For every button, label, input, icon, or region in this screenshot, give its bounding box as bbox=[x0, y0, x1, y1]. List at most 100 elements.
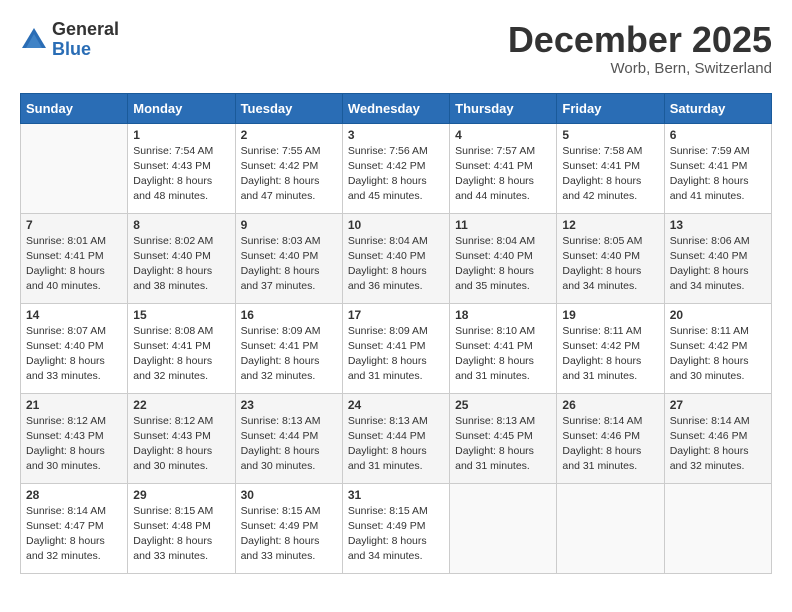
weekday-header-saturday: Saturday bbox=[664, 93, 771, 123]
week-row-2: 7 Sunrise: 8:01 AMSunset: 4:41 PMDaylight… bbox=[21, 213, 772, 303]
logo-icon bbox=[20, 26, 48, 54]
calendar-table: SundayMondayTuesdayWednesdayThursdayFrid… bbox=[20, 93, 772, 574]
calendar-cell: 21Sunrise: 8:12 AMSunset: 4:43 PMDayligh… bbox=[21, 393, 128, 483]
day-info: Sunrise: 7:56 AMSunset: 4:42 PMDaylight:… bbox=[348, 144, 444, 205]
day-info: Sunrise: 7:54 AMSunset: 4:43 PMDaylight:… bbox=[133, 144, 229, 205]
day-number: 22 bbox=[133, 398, 229, 412]
day-number: 7 bbox=[26, 218, 122, 232]
day-number: 3 bbox=[348, 128, 444, 142]
day-number: 30 bbox=[241, 488, 337, 502]
day-info: Sunrise: 8:09 AMSunset: 4:41 PMDaylight:… bbox=[241, 324, 337, 385]
calendar-cell: 15 Sunrise: 8:08 AMSunset: 4:41 PMDayligh… bbox=[128, 303, 235, 393]
calendar-cell: 14 Sunrise: 8:07 AMSunset: 4:40 PMDayligh… bbox=[21, 303, 128, 393]
week-row-4: 21 Sunrise: 8:12 AMSunset: 4:43 PMDayligh… bbox=[21, 393, 772, 483]
calendar-cell: 2 Sunrise: 7:55 AMSunset: 4:42 PMDaylight… bbox=[235, 123, 342, 213]
day-info: Sunrise: 8:05 AMSunset: 4:40 PMDaylight:… bbox=[562, 234, 658, 295]
calendar-cell: 6 Sunrise: 7:59 AMSunset: 4:41 PMDaylight… bbox=[664, 123, 771, 213]
day-info: Sunrise: 8:10 AMSunset: 4:41 PMDaylight:… bbox=[455, 324, 551, 385]
calendar-cell: 28 Sunrise: 8:14 AMSunset: 4:47 PMDayligh… bbox=[21, 483, 128, 573]
day-number: 19 bbox=[562, 308, 658, 322]
day-number: 8 bbox=[133, 218, 229, 232]
calendar-cell: 11 Sunrise: 8:04 AMSunset: 4:40 PMDayligh… bbox=[450, 213, 557, 303]
calendar-title: December 2025 bbox=[508, 20, 772, 60]
day-info: Sunrise: 7:58 AMSunset: 4:41 PMDaylight:… bbox=[562, 144, 658, 205]
day-number: 28 bbox=[26, 488, 122, 502]
day-number: 6 bbox=[670, 128, 766, 142]
calendar-cell: 20 Sunrise: 8:11 AMSunset: 4:42 PMDayligh… bbox=[664, 303, 771, 393]
day-number: 4 bbox=[455, 128, 551, 142]
day-number: 17 bbox=[348, 308, 444, 322]
day-info: Sunrise: 8:09 AMSunset: 4:41 PMDaylight:… bbox=[348, 324, 444, 385]
day-info: Sunrise: 8:11 AMSunset: 4:42 PMDaylight:… bbox=[562, 324, 658, 385]
calendar-cell: 18 Sunrise: 8:10 AMSunset: 4:41 PMDayligh… bbox=[450, 303, 557, 393]
page-header: General Blue December 2025 Worb, Bern, S… bbox=[20, 20, 772, 77]
day-info: Sunrise: 8:07 AMSunset: 4:40 PMDaylight:… bbox=[26, 324, 122, 385]
calendar-cell: 3 Sunrise: 7:56 AMSunset: 4:42 PMDaylight… bbox=[342, 123, 449, 213]
day-number: 26 bbox=[562, 398, 658, 412]
calendar-subtitle: Worb, Bern, Switzerland bbox=[508, 60, 772, 77]
logo: General Blue bbox=[20, 20, 119, 60]
day-number: 21 bbox=[26, 398, 122, 412]
day-number: 12 bbox=[562, 218, 658, 232]
weekday-header-tuesday: Tuesday bbox=[235, 93, 342, 123]
day-number: 24 bbox=[348, 398, 444, 412]
weekday-header-monday: Monday bbox=[128, 93, 235, 123]
calendar-cell: 13Sunrise: 8:06 AMSunset: 4:40 PMDayligh… bbox=[664, 213, 771, 303]
day-info: Sunrise: 8:04 AMSunset: 4:40 PMDaylight:… bbox=[455, 234, 551, 295]
day-info: Sunrise: 8:13 AMSunset: 4:44 PMDaylight:… bbox=[348, 414, 444, 475]
day-number: 10 bbox=[348, 218, 444, 232]
week-row-5: 28 Sunrise: 8:14 AMSunset: 4:47 PMDayligh… bbox=[21, 483, 772, 573]
weekday-header-friday: Friday bbox=[557, 93, 664, 123]
calendar-cell: 9Sunrise: 8:03 AMSunset: 4:40 PMDaylight… bbox=[235, 213, 342, 303]
day-number: 27 bbox=[670, 398, 766, 412]
day-number: 18 bbox=[455, 308, 551, 322]
day-info: Sunrise: 8:15 AMSunset: 4:49 PMDaylight:… bbox=[348, 504, 444, 565]
day-number: 14 bbox=[26, 308, 122, 322]
week-row-3: 14 Sunrise: 8:07 AMSunset: 4:40 PMDayligh… bbox=[21, 303, 772, 393]
day-info: Sunrise: 8:01 AMSunset: 4:41 PMDaylight:… bbox=[26, 234, 122, 295]
day-number: 16 bbox=[241, 308, 337, 322]
day-info: Sunrise: 8:11 AMSunset: 4:42 PMDaylight:… bbox=[670, 324, 766, 385]
day-number: 2 bbox=[241, 128, 337, 142]
day-info: Sunrise: 8:13 AMSunset: 4:45 PMDaylight:… bbox=[455, 414, 551, 475]
calendar-cell: 7 Sunrise: 8:01 AMSunset: 4:41 PMDaylight… bbox=[21, 213, 128, 303]
day-number: 5 bbox=[562, 128, 658, 142]
day-number: 20 bbox=[670, 308, 766, 322]
day-info: Sunrise: 8:12 AMSunset: 4:43 PMDaylight:… bbox=[133, 414, 229, 475]
logo-text: General Blue bbox=[52, 20, 119, 60]
day-info: Sunrise: 7:59 AMSunset: 4:41 PMDaylight:… bbox=[670, 144, 766, 205]
calendar-cell: 12 Sunrise: 8:05 AMSunset: 4:40 PMDayligh… bbox=[557, 213, 664, 303]
day-number: 15 bbox=[133, 308, 229, 322]
day-number: 11 bbox=[455, 218, 551, 232]
calendar-cell: 19 Sunrise: 8:11 AMSunset: 4:42 PMDayligh… bbox=[557, 303, 664, 393]
calendar-cell bbox=[21, 123, 128, 213]
weekday-header-row: SundayMondayTuesdayWednesdayThursdayFrid… bbox=[21, 93, 772, 123]
day-info: Sunrise: 7:57 AMSunset: 4:41 PMDaylight:… bbox=[455, 144, 551, 205]
day-info: Sunrise: 8:15 AMSunset: 4:48 PMDaylight:… bbox=[133, 504, 229, 565]
calendar-cell: 30 Sunrise: 8:15 AMSunset: 4:49 PMDayligh… bbox=[235, 483, 342, 573]
day-info: Sunrise: 8:13 AMSunset: 4:44 PMDaylight:… bbox=[241, 414, 337, 475]
day-info: Sunrise: 7:55 AMSunset: 4:42 PMDaylight:… bbox=[241, 144, 337, 205]
day-info: Sunrise: 8:08 AMSunset: 4:41 PMDaylight:… bbox=[133, 324, 229, 385]
calendar-cell: 10 Sunrise: 8:04 AMSunset: 4:40 PMDayligh… bbox=[342, 213, 449, 303]
day-info: Sunrise: 8:03 AMSunset: 4:40 PMDaylight:… bbox=[241, 234, 337, 295]
day-info: Sunrise: 8:14 AMSunset: 4:46 PMDaylight:… bbox=[562, 414, 658, 475]
day-number: 23 bbox=[241, 398, 337, 412]
calendar-cell: 5 Sunrise: 7:58 AMSunset: 4:41 PMDaylight… bbox=[557, 123, 664, 213]
calendar-cell: 24 Sunrise: 8:13 AMSunset: 4:44 PMDayligh… bbox=[342, 393, 449, 483]
day-number: 13 bbox=[670, 218, 766, 232]
day-info: Sunrise: 8:04 AMSunset: 4:40 PMDaylight:… bbox=[348, 234, 444, 295]
calendar-cell bbox=[664, 483, 771, 573]
calendar-cell: 25Sunrise: 8:13 AMSunset: 4:45 PMDayligh… bbox=[450, 393, 557, 483]
day-number: 29 bbox=[133, 488, 229, 502]
calendar-cell: 27 Sunrise: 8:14 AMSunset: 4:46 PMDayligh… bbox=[664, 393, 771, 483]
calendar-cell: 16 Sunrise: 8:09 AMSunset: 4:41 PMDayligh… bbox=[235, 303, 342, 393]
title-block: December 2025 Worb, Bern, Switzerland bbox=[508, 20, 772, 77]
calendar-cell bbox=[557, 483, 664, 573]
day-info: Sunrise: 8:15 AMSunset: 4:49 PMDaylight:… bbox=[241, 504, 337, 565]
day-number: 31 bbox=[348, 488, 444, 502]
day-info: Sunrise: 8:14 AMSunset: 4:46 PMDaylight:… bbox=[670, 414, 766, 475]
calendar-cell: 1Sunrise: 7:54 AMSunset: 4:43 PMDaylight… bbox=[128, 123, 235, 213]
weekday-header-wednesday: Wednesday bbox=[342, 93, 449, 123]
day-info: Sunrise: 8:14 AMSunset: 4:47 PMDaylight:… bbox=[26, 504, 122, 565]
